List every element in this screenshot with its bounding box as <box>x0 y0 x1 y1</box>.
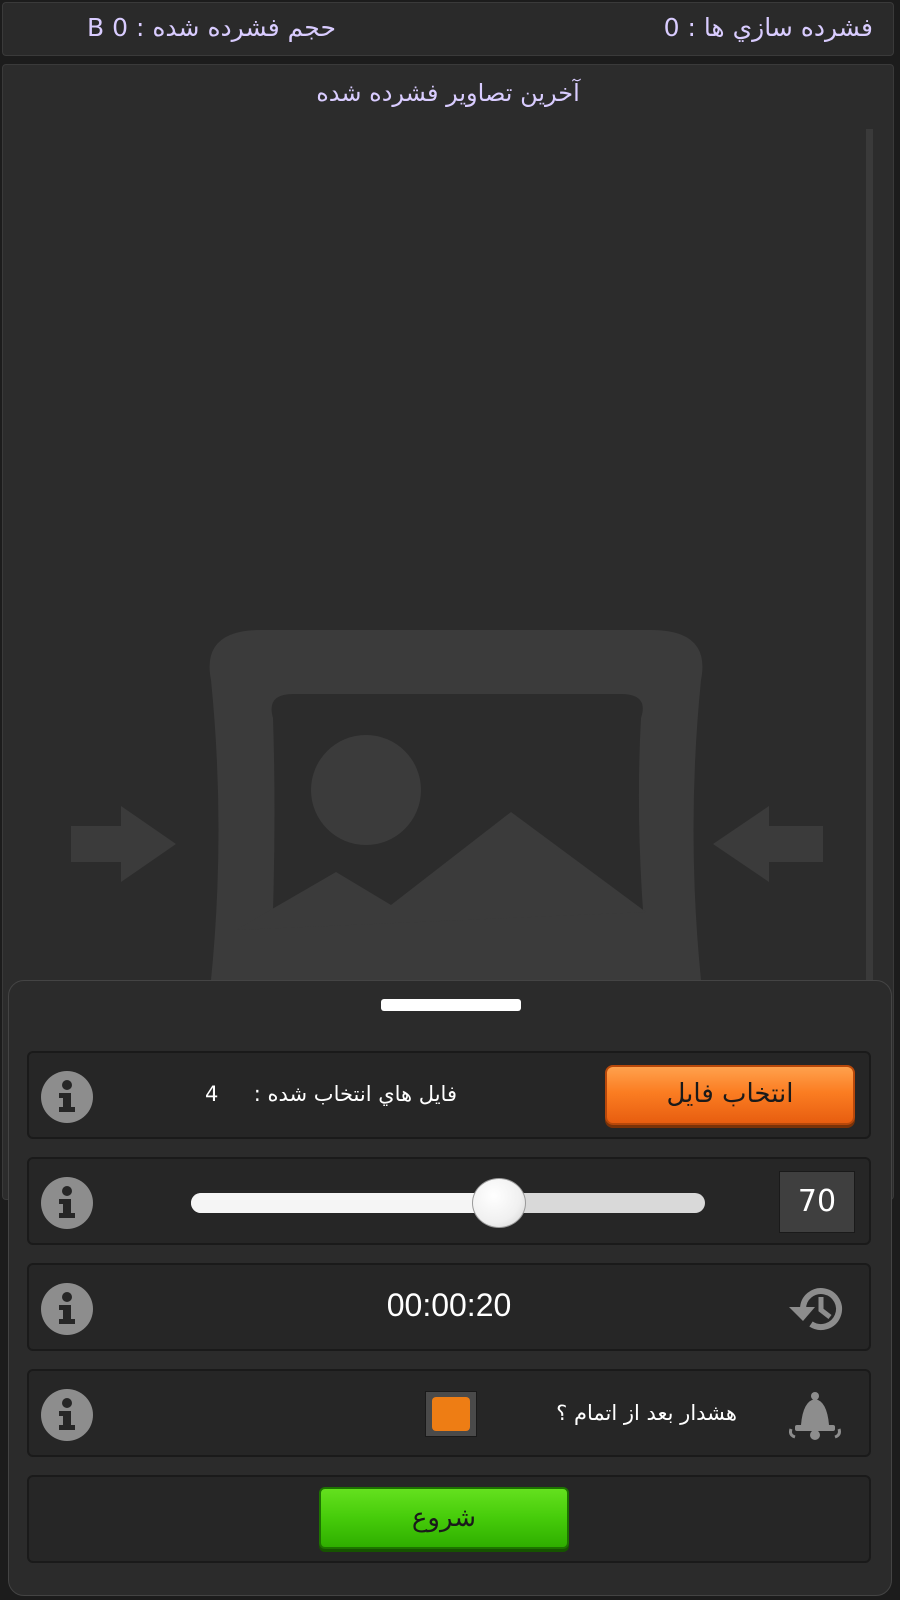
selected-files-label: فايل هاي انتخاب شده : <box>253 1082 457 1106</box>
selected-files-count: 4 <box>205 1082 219 1106</box>
info-icon[interactable] <box>41 1389 93 1441</box>
quality-slider-fill <box>191 1193 500 1213</box>
info-icon[interactable] <box>41 1177 93 1229</box>
select-file-button[interactable]: انتخاب فايل <box>605 1065 855 1125</box>
quality-card: 70 <box>27 1157 871 1245</box>
bottom-sheet: 4 فايل هاي انتخاب شده : انتخاب فايل 70 0… <box>8 980 892 1596</box>
timer-card: 00:00:20 <box>27 1263 871 1351</box>
selected-files-info: 4 فايل هاي انتخاب شده : <box>205 1082 457 1106</box>
info-icon[interactable] <box>41 1071 93 1123</box>
stats-bar: فشرده سازي ها : 0 حجم فشرده شده : 0 B <box>2 2 894 56</box>
recent-images-title: آخرين تصاوير فشرده شده <box>316 79 580 107</box>
compressed-size: حجم فشرده شده : 0 B <box>87 13 336 42</box>
history-icon[interactable] <box>785 1283 847 1335</box>
elapsed-timer: 00:00:20 <box>386 1287 512 1323</box>
app-screen: فشرده سازي ها : 0 حجم فشرده شده : 0 B آخ… <box>0 0 900 1600</box>
quality-slider[interactable] <box>191 1193 705 1213</box>
quality-value[interactable]: 70 <box>779 1171 855 1233</box>
quality-slider-thumb[interactable] <box>472 1178 527 1228</box>
alert-label: هشدار بعد از اتمام ؟ <box>556 1401 737 1425</box>
image-compress-icon <box>71 630 823 1010</box>
start-button[interactable]: شروع <box>319 1487 569 1549</box>
alert-checkbox[interactable] <box>425 1391 477 1437</box>
alert-checkbox-mark <box>432 1397 470 1431</box>
file-select-card: 4 فايل هاي انتخاب شده : انتخاب فايل <box>27 1051 871 1139</box>
start-card: شروع <box>27 1475 871 1563</box>
alert-card: هشدار بعد از اتمام ؟ <box>27 1369 871 1457</box>
bell-icon <box>789 1392 841 1440</box>
recent-scrollbar[interactable] <box>866 129 873 1009</box>
sheet-drag-handle[interactable] <box>381 999 521 1011</box>
compressions-count: فشرده سازي ها : 0 <box>663 13 873 42</box>
